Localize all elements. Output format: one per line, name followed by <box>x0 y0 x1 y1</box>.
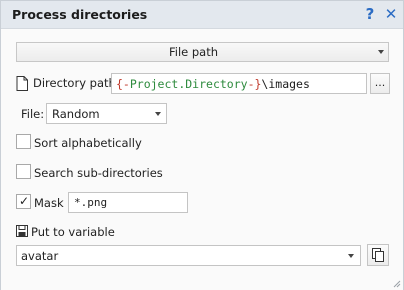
directory-path-input[interactable]: {-Project.Directory-}\images <box>111 73 367 94</box>
checkmark-icon: ✓ <box>19 194 30 208</box>
mask-input[interactable]: *.png <box>68 192 188 213</box>
mask-label: Mask <box>34 196 64 210</box>
variable-brace-open: {- <box>116 77 130 91</box>
browse-button[interactable]: ... <box>370 73 390 94</box>
search-subdirectories-checkbox[interactable] <box>16 164 31 179</box>
source-type-value: File path <box>168 45 219 59</box>
mask-checkbox[interactable]: ✓ <box>16 194 31 209</box>
copy-icon <box>372 248 384 262</box>
file-mode-value: Random <box>52 107 100 121</box>
title-bar: Process directories ? ✕ <box>1 1 403 29</box>
dialog-title: Process directories <box>12 7 148 22</box>
close-icon[interactable]: ✕ <box>384 5 398 23</box>
source-type-dropdown[interactable]: File path <box>16 42 389 62</box>
directory-path-label: Directory path <box>33 76 116 90</box>
floppy-disk-icon <box>16 225 28 237</box>
copy-button[interactable] <box>367 244 389 266</box>
variable-name: Project.Directory <box>129 77 248 91</box>
document-icon <box>16 76 28 91</box>
variable-value: avatar <box>21 249 59 263</box>
dialog-content: File path Directory path {-Project.Direc… <box>1 30 403 290</box>
process-directories-dialog: Process directories ? ✕ File path Direct… <box>0 0 404 290</box>
sort-alphabetically-checkbox[interactable] <box>16 134 31 149</box>
file-label: File: <box>21 107 45 121</box>
help-icon[interactable]: ? <box>363 5 377 23</box>
path-suffix: \images <box>261 77 310 91</box>
chevron-down-icon <box>155 112 161 116</box>
chevron-down-icon <box>378 50 384 54</box>
variable-dropdown[interactable]: avatar <box>16 245 361 266</box>
variable-brace-close: -} <box>247 77 262 91</box>
file-mode-dropdown[interactable]: Random <box>46 103 167 124</box>
search-subdirectories-label: Search sub-directories <box>34 166 163 180</box>
sort-alphabetically-label: Sort alphabetically <box>34 136 142 150</box>
put-to-variable-label: Put to variable <box>31 225 115 239</box>
chevron-down-icon <box>348 254 354 258</box>
resize-grip-icon[interactable] <box>391 278 401 288</box>
